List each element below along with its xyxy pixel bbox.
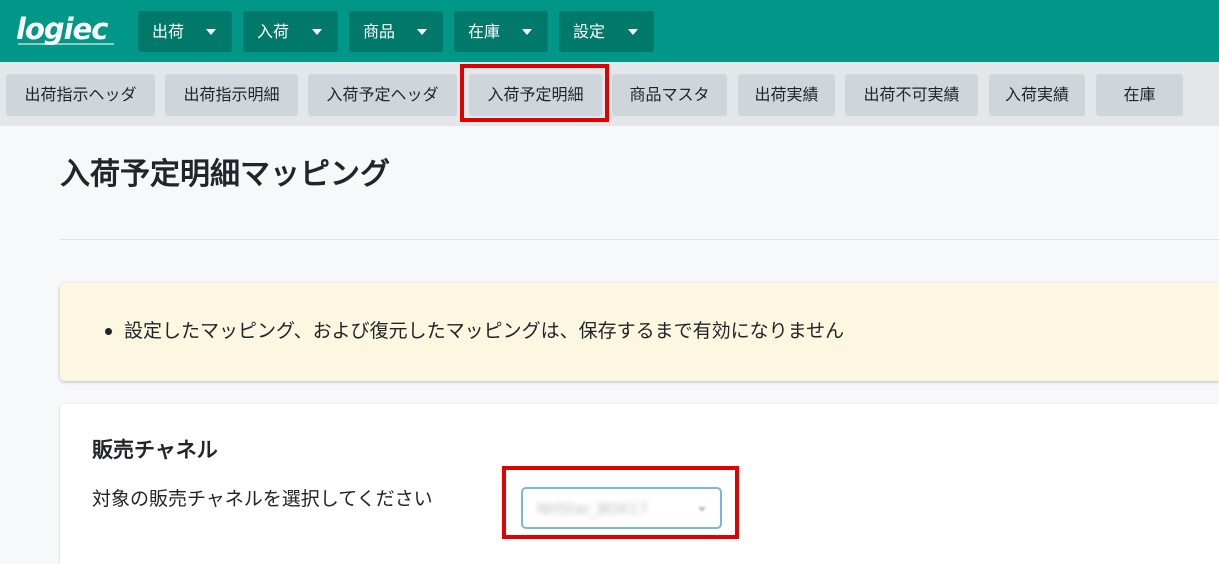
sales-channel-title: 販売チャネル bbox=[92, 438, 218, 462]
menu-products[interactable]: 商品 bbox=[349, 11, 443, 52]
mapping-tab-bar: 出荷指示ヘッダ 出荷指示明細 入荷予定ヘッダ 入荷予定明細 商品マスタ 出荷実績… bbox=[0, 62, 1219, 126]
sales-channel-selected-value: NHStar_BOX17 bbox=[537, 500, 648, 518]
caret-down-icon bbox=[206, 29, 216, 35]
notice-alert: 設定したマッピング、および復元したマッピングは、保存するまで有効になりません bbox=[60, 283, 1219, 381]
tab-shipping-order-detail[interactable]: 出荷指示明細 bbox=[165, 74, 298, 116]
tab-shipping-results[interactable]: 出荷実績 bbox=[738, 74, 835, 116]
menu-label: 入荷 bbox=[257, 22, 290, 41]
tab-shipping-failed-results[interactable]: 出荷不可実績 bbox=[845, 74, 978, 116]
menu-label: 在庫 bbox=[468, 22, 501, 41]
menu-shipping[interactable]: 出荷 bbox=[138, 11, 232, 52]
tab-receiving-plan-detail[interactable]: 入荷予定明細 bbox=[469, 74, 602, 116]
menu-receiving[interactable]: 入荷 bbox=[243, 11, 338, 52]
tab-shipping-order-header[interactable]: 出荷指示ヘッダ bbox=[6, 74, 155, 116]
menu-label: 設定 bbox=[573, 22, 606, 41]
sales-channel-card: 販売チャネル 対象の販売チャネルを選択してください bbox=[60, 404, 1219, 564]
caret-down-icon bbox=[417, 29, 427, 35]
bullet-icon bbox=[105, 328, 112, 335]
tab-inventory[interactable]: 在庫 bbox=[1096, 74, 1183, 116]
menu-label: 出荷 bbox=[152, 22, 185, 41]
top-navbar: logiec 出荷 入荷 商品 在庫 設定 bbox=[0, 0, 1219, 62]
title-divider bbox=[60, 239, 1219, 240]
menu-settings[interactable]: 設定 bbox=[559, 11, 654, 52]
tab-receiving-plan-header[interactable]: 入荷予定ヘッダ bbox=[308, 74, 457, 116]
caret-down-icon bbox=[312, 29, 322, 35]
notice-text: 設定したマッピング、および復元したマッピングは、保存するまで有効になりません bbox=[124, 320, 845, 342]
page-title: 入荷予定明細マッピング bbox=[60, 157, 390, 192]
logiec-logo[interactable]: logiec bbox=[16, 12, 116, 48]
sales-channel-select[interactable]: NHStar_BOX17 bbox=[521, 487, 722, 529]
menu-label: 商品 bbox=[363, 22, 396, 41]
caret-down-icon bbox=[522, 29, 532, 35]
chevron-down-icon bbox=[698, 507, 706, 512]
logo-text: logiec bbox=[16, 12, 108, 46]
tab-product-master[interactable]: 商品マスタ bbox=[612, 74, 727, 116]
logo-underline bbox=[18, 43, 114, 45]
tab-receiving-results[interactable]: 入荷実績 bbox=[989, 74, 1085, 116]
sales-channel-label: 対象の販売チャネルを選択してください bbox=[92, 488, 433, 510]
caret-down-icon bbox=[628, 29, 638, 35]
menu-inventory[interactable]: 在庫 bbox=[454, 11, 548, 52]
